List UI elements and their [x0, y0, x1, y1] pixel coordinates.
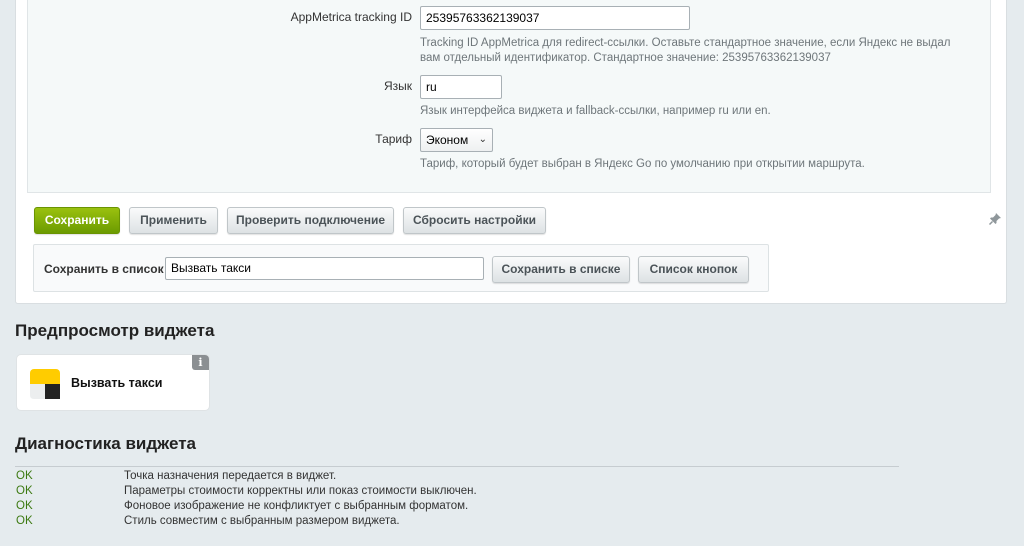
- diagnostic-status: OK: [16, 515, 33, 527]
- preview-title: Предпросмотр виджета: [15, 321, 215, 340]
- taxi-widget-preview[interactable]: Вызвать такси i: [16, 354, 210, 411]
- tariff-selected-value: Эконом: [426, 133, 469, 147]
- appmetrica-label: AppMetrica tracking ID: [290, 10, 412, 24]
- diagnostic-status: OK: [16, 500, 33, 512]
- diagnostic-status: OK: [16, 470, 33, 482]
- diagnostic-message: Стиль совместим с выбранным размером вид…: [124, 515, 400, 527]
- appmetrica-hint: Tracking ID AppMetrica для redirect-ссыл…: [420, 36, 990, 66]
- diagnostics-divider: [15, 466, 899, 467]
- language-input[interactable]: ru: [420, 75, 502, 99]
- apply-button[interactable]: Применить: [129, 207, 218, 234]
- diagnostic-message: Фоновое изображение не конфликтует с выб…: [124, 500, 469, 512]
- diagnostic-status: OK: [16, 485, 33, 497]
- save-button[interactable]: Сохранить: [34, 207, 120, 234]
- appmetrica-input[interactable]: 25395763362139037: [420, 6, 690, 30]
- save-to-list-panel: Сохранить в список Вызвать такси Сохрани…: [33, 244, 769, 292]
- save-to-list-label: Сохранить в список: [44, 262, 164, 276]
- appmetrica-hint-line1: Tracking ID AppMetrica для redirect-ссыл…: [420, 37, 951, 49]
- tariff-select[interactable]: Эконом ⌄: [420, 128, 493, 152]
- list-name-input[interactable]: Вызвать такси: [165, 257, 484, 280]
- settings-fields-area: AppMetrica tracking ID 25395763362139037…: [27, 0, 991, 193]
- language-label: Язык: [383, 79, 412, 93]
- save-in-list-button[interactable]: Сохранить в списке: [492, 256, 630, 283]
- taxi-logo-icon: [30, 369, 60, 399]
- widget-call-taxi-text: Вызвать такси: [71, 376, 163, 390]
- diagnostics-title: Диагностика виджета: [15, 434, 196, 453]
- appmetrica-hint-line2: вам отдельный идентификатор. Стандартное…: [420, 52, 831, 64]
- info-icon[interactable]: i: [192, 355, 209, 370]
- button-list-button[interactable]: Список кнопок: [638, 256, 749, 283]
- pin-icon[interactable]: [988, 212, 1002, 226]
- tariff-hint: Тариф, который будет выбран в Яндекс Go …: [420, 158, 865, 170]
- language-hint: Язык интерфейса виджета и fallback-ссылк…: [420, 105, 771, 117]
- tariff-label: Тариф: [375, 132, 412, 146]
- chevron-down-icon: ⌄: [478, 134, 487, 145]
- check-connection-button[interactable]: Проверить подключение: [227, 207, 394, 234]
- settings-form: AppMetrica tracking ID 25395763362139037…: [15, 0, 1007, 304]
- diagnostic-message: Точка назначения передается в виджет.: [124, 470, 337, 482]
- diagnostic-message: Параметры стоимости корректны или показ …: [124, 485, 477, 497]
- reset-settings-button[interactable]: Сбросить настройки: [403, 207, 546, 234]
